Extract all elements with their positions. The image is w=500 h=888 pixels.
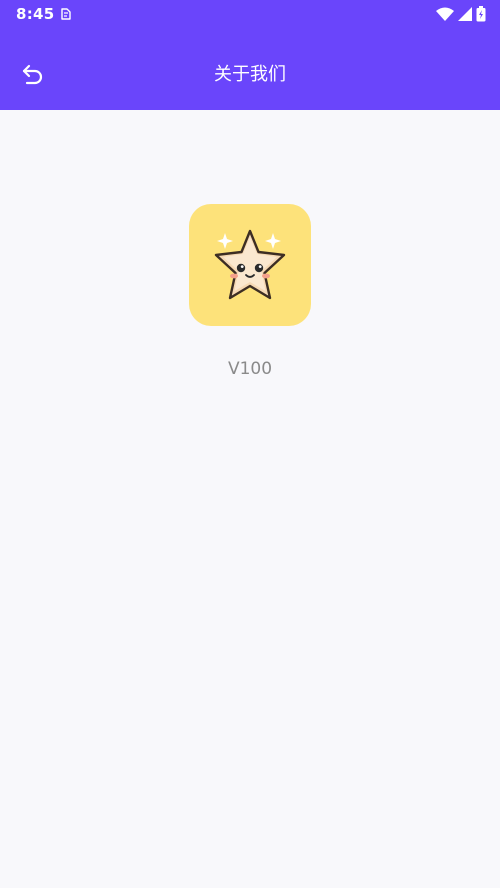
app-bar: 关于我们: [0, 40, 500, 110]
about-content: V100: [0, 110, 500, 888]
page-title: 关于我们: [214, 64, 286, 85]
sparkle-icon: [265, 233, 281, 249]
sparkle-icon: [217, 233, 233, 249]
top-bar: 8:45 关于我们: [0, 0, 500, 110]
version-label: V100: [227, 359, 273, 379]
status-time: 8:45: [16, 5, 55, 23]
status-icons: [436, 5, 486, 23]
battery-icon: [476, 6, 486, 22]
app-icon: [189, 204, 311, 326]
notification-icon: [58, 6, 74, 22]
star-mascot-icon: [214, 229, 286, 300]
status-bar: 8:45: [0, 0, 500, 28]
wifi-icon: [436, 7, 454, 21]
signal-icon: [458, 7, 472, 21]
